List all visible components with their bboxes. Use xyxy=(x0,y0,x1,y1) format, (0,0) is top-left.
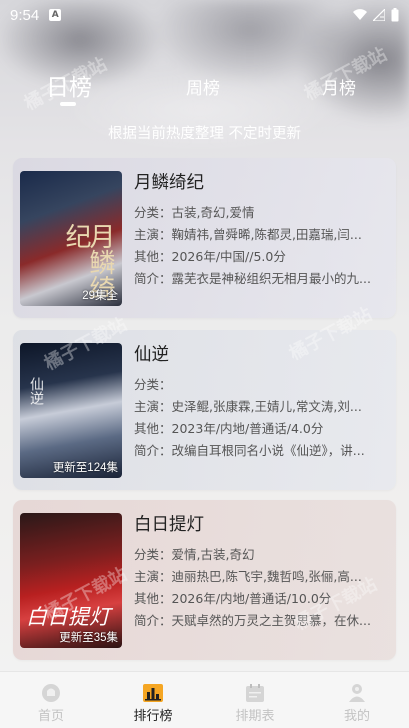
category-row: 分类：古装,奇幻,爱情 xyxy=(134,205,255,220)
other-row: 其他：2026年/内地/普通话/10.0分 xyxy=(134,591,332,606)
show-title: 月鳞绮纪 xyxy=(134,173,204,193)
poster-title-art: 白日提灯 xyxy=(26,605,110,629)
other-row: 其他：2026年/中国//5.0分 xyxy=(134,249,286,264)
ranking-period-tabs: 日榜 周榜 月榜 xyxy=(0,66,409,110)
ranking-card[interactable]: 白日提灯 更新至35集 白日提灯 分类：爱情,古装,奇幻 主演：迪丽热巴,陈飞宇… xyxy=(13,500,396,660)
wifi-icon xyxy=(353,9,367,20)
intro-row: 简介：露芜衣是神秘组织无相月最小的九... xyxy=(134,271,371,286)
cast-row: 主演：史泽鲲,张康霖,王婧儿,常文涛,刘... xyxy=(134,399,362,414)
category-row: 分类： xyxy=(134,377,172,392)
bottom-navigation: 首页 排行榜 排期表 我的 xyxy=(0,671,409,728)
nav-home[interactable]: 首页 xyxy=(0,672,102,728)
episode-badge: 更新至35集 xyxy=(59,632,118,644)
show-title: 仙逆 xyxy=(134,345,169,365)
poster-image: 月鳞绮纪 29集全 xyxy=(20,171,122,306)
other-row: 其他：2023年/内地/普通话/4.0分 xyxy=(134,421,324,436)
ranking-card[interactable]: 仙逆 更新至124集 仙逆 分类： 主演：史泽鲲,张康霖,王婧儿,常文涛,刘..… xyxy=(13,330,396,490)
ranking-icon xyxy=(143,684,163,702)
cast-row: 主演：迪丽热巴,陈飞宇,魏哲鸣,张俪,高... xyxy=(134,569,362,584)
category-row: 分类：爱情,古装,奇幻 xyxy=(134,547,255,562)
signal-icon xyxy=(373,9,385,21)
calendar-icon xyxy=(246,684,264,702)
ranking-subtitle: 根据当前热度整理 不定时更新 xyxy=(107,126,302,142)
ranking-card[interactable]: 月鳞绮纪 29集全 月鳞绮纪 分类：古装,奇幻,爱情 主演：鞠婧祎,曾舜晞,陈都… xyxy=(13,158,396,318)
poster-image: 白日提灯 更新至35集 xyxy=(20,513,122,648)
episode-badge: 更新至124集 xyxy=(52,462,118,474)
cast-row: 主演：鞠婧祎,曾舜晞,陈都灵,田嘉瑞,闫... xyxy=(134,227,362,242)
episode-badge: 29集全 xyxy=(82,290,118,302)
intro-row: 简介：改编自耳根同名小说《仙逆》，讲... xyxy=(134,443,365,458)
notification-app-icon: A xyxy=(49,9,62,21)
profile-icon xyxy=(349,684,365,702)
active-tab-indicator xyxy=(60,102,76,106)
nav-home-label: 首页 xyxy=(37,709,64,724)
nav-schedule[interactable]: 排期表 xyxy=(204,672,306,728)
show-title: 白日提灯 xyxy=(134,515,204,535)
poster-image: 仙逆 更新至124集 xyxy=(20,343,122,478)
tab-weekly[interactable]: 周榜 xyxy=(186,74,220,99)
nav-ranking[interactable]: 排行榜 xyxy=(102,672,204,728)
status-icons xyxy=(353,8,399,22)
nav-profile[interactable]: 我的 xyxy=(306,672,408,728)
status-bar: 9:54 A xyxy=(0,0,409,30)
nav-schedule-label: 排期表 xyxy=(235,709,275,724)
home-icon xyxy=(42,684,60,702)
status-time: 9:54 xyxy=(10,6,40,24)
nav-ranking-label: 排行榜 xyxy=(133,709,173,724)
intro-row: 简介：天赋卓然的万灵之主贺思慕，在休... xyxy=(134,613,371,628)
battery-icon xyxy=(391,8,399,22)
nav-profile-label: 我的 xyxy=(343,709,370,724)
poster-title-art: 仙逆 xyxy=(28,377,44,405)
tab-monthly[interactable]: 月榜 xyxy=(322,74,356,99)
tab-daily[interactable]: 日榜 xyxy=(46,68,92,102)
